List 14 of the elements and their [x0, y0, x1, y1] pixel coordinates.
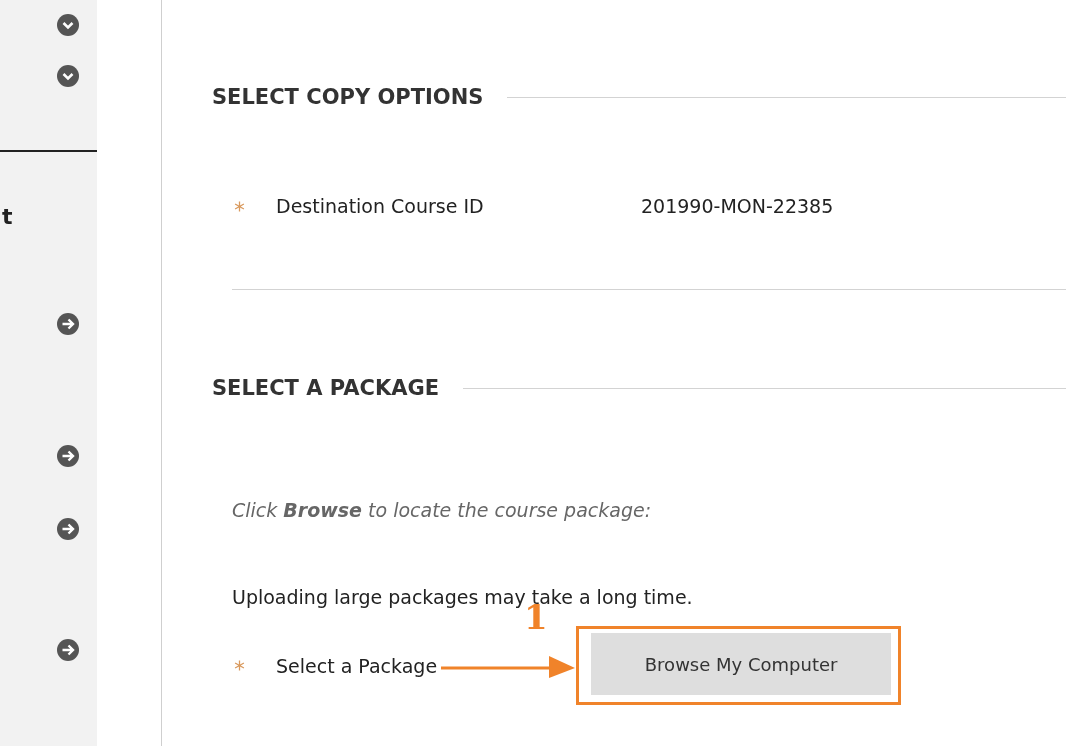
- instruction-text: Click Browse to locate the course package:: [232, 499, 653, 521]
- field-label: Select a Package: [276, 654, 438, 677]
- chevron-down-icon[interactable]: [57, 65, 79, 88]
- arrow-right-icon[interactable]: [57, 312, 79, 335]
- field-value: 201990-MON-22385: [641, 195, 834, 217]
- chevron-down-icon[interactable]: [57, 14, 79, 37]
- browse-button[interactable]: Browse My Computer: [591, 633, 892, 695]
- sidebar-label: t: [2, 203, 13, 229]
- arrow-right-icon[interactable]: [57, 518, 79, 541]
- field-label: Destination Course ID: [276, 195, 485, 217]
- section-heading: SELECT COPY OPTIONS: [212, 85, 484, 109]
- arrow-right-icon[interactable]: [57, 445, 79, 468]
- section-heading: SELECT A PACKAGE: [212, 376, 440, 400]
- arrow-right-icon[interactable]: [57, 638, 79, 661]
